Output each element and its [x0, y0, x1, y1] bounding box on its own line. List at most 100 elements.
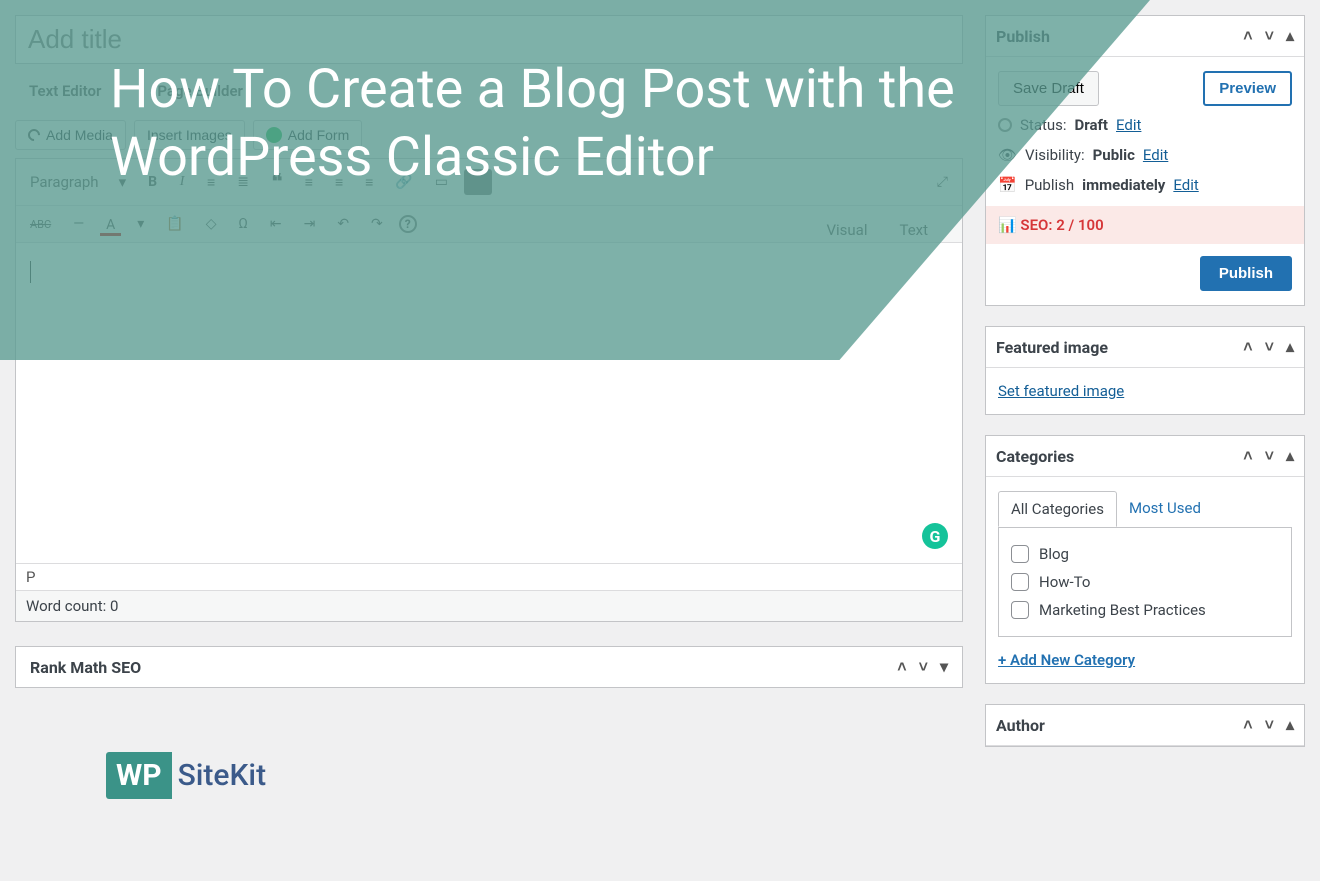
- status-value: Draft: [1075, 116, 1108, 134]
- publish-time-edit-link[interactable]: Edit: [1173, 176, 1198, 194]
- visibility-edit-link[interactable]: Edit: [1143, 146, 1168, 164]
- add-form-label: Add Form: [288, 127, 349, 143]
- chevron-up-icon[interactable]: ˄: [1243, 446, 1252, 466]
- add-media-label: Add Media: [46, 127, 113, 143]
- calendar-icon: 📅: [998, 176, 1017, 194]
- readmore-icon[interactable]: ▭: [429, 170, 454, 194]
- chevron-up-icon[interactable]: ˄: [897, 657, 906, 677]
- pin-icon: [998, 118, 1012, 132]
- caret-down-icon[interactable]: ▾: [940, 657, 948, 677]
- chevron-down-icon[interactable]: ˅: [1265, 26, 1274, 46]
- categories-panel: Categories ˄ ˅ ▴ All Categories Most Use…: [985, 435, 1305, 684]
- indent-icon[interactable]: ⇥: [298, 212, 322, 236]
- add-category-link[interactable]: + Add New Category: [998, 651, 1292, 669]
- help-icon[interactable]: ?: [399, 215, 417, 233]
- align-center-icon[interactable]: ≡: [329, 170, 349, 195]
- category-label: Blog: [1039, 545, 1069, 563]
- title-input[interactable]: [15, 15, 963, 64]
- insert-images-button[interactable]: Insert Images: [134, 120, 245, 150]
- format-select-label: Paragraph: [30, 173, 99, 191]
- category-list: Blog How-To Marketing Best Practices: [998, 527, 1292, 637]
- quote-icon[interactable]: ❝: [265, 165, 289, 199]
- status-edit-link[interactable]: Edit: [1116, 116, 1141, 134]
- chevron-down-icon[interactable]: ˅: [919, 657, 928, 677]
- undo-icon[interactable]: ↶: [331, 212, 355, 236]
- checkbox-icon[interactable]: [1011, 545, 1029, 563]
- link-icon[interactable]: 🔗: [389, 170, 418, 194]
- category-label: How-To: [1039, 573, 1090, 591]
- chevron-down-icon[interactable]: ˅: [1265, 337, 1274, 357]
- caret-up-icon[interactable]: ▴: [1286, 446, 1294, 466]
- tab-text-editor[interactable]: Text Editor: [29, 82, 101, 100]
- category-item[interactable]: Marketing Best Practices: [1011, 596, 1279, 624]
- add-media-button[interactable]: Add Media: [15, 120, 126, 150]
- redo-icon[interactable]: ↷: [365, 212, 389, 236]
- caret-up-icon[interactable]: ▴: [1286, 337, 1294, 357]
- publish-panel: Publish ˄ ˅ ▴ Save Draft Preview Status:…: [985, 15, 1305, 306]
- categories-title: Categories: [996, 447, 1074, 466]
- rankmath-title: Rank Math SEO: [30, 658, 141, 677]
- category-item[interactable]: Blog: [1011, 540, 1279, 568]
- bold-icon[interactable]: B: [142, 170, 163, 194]
- paste-icon[interactable]: 📋: [160, 212, 189, 236]
- tab-most-used[interactable]: Most Used: [1117, 491, 1213, 527]
- text-color-dropdown-icon[interactable]: ▾: [131, 212, 150, 236]
- tab-page-builder[interactable]: Page Builder: [157, 82, 243, 100]
- rankmath-panel: Rank Math SEO ˄ ˅ ▾: [15, 646, 963, 688]
- status-label: Status:: [1020, 116, 1067, 134]
- form-icon: [266, 127, 282, 143]
- category-item[interactable]: How-To: [1011, 568, 1279, 596]
- chevron-down-icon[interactable]: ˅: [1265, 446, 1274, 466]
- add-form-button[interactable]: Add Form: [253, 120, 362, 150]
- italic-icon[interactable]: I: [173, 170, 191, 194]
- checkbox-icon[interactable]: [1011, 601, 1029, 619]
- insert-images-label: Insert Images: [147, 127, 232, 143]
- text-cursor: [30, 261, 31, 283]
- align-right-icon[interactable]: ≡: [359, 170, 379, 195]
- publish-time-label: Publish: [1025, 176, 1074, 194]
- eye-icon: 👁: [998, 146, 1017, 164]
- format-select[interactable]: Paragraph ▾: [24, 169, 132, 195]
- bullet-list-icon[interactable]: ≡: [201, 170, 221, 195]
- author-title: Author: [996, 716, 1045, 735]
- element-path: P: [16, 563, 962, 590]
- featured-image-title: Featured image: [996, 338, 1108, 357]
- checkbox-icon[interactable]: [1011, 573, 1029, 591]
- tab-text-mode[interactable]: Text: [887, 215, 940, 245]
- seo-icon: 📊: [998, 216, 1017, 234]
- chevron-up-icon[interactable]: ˄: [1243, 715, 1252, 735]
- seo-score: SEO: 2 / 100: [1020, 216, 1103, 234]
- media-icon: [26, 127, 43, 144]
- publish-time-value: immediately: [1082, 176, 1165, 194]
- tab-all-categories[interactable]: All Categories: [998, 491, 1117, 527]
- caret-up-icon[interactable]: ▴: [1286, 26, 1294, 46]
- set-featured-image-link[interactable]: Set featured image: [998, 382, 1124, 400]
- fullscreen-icon[interactable]: ⤢: [931, 170, 954, 194]
- strike-icon[interactable]: ABC: [24, 214, 57, 235]
- visibility-value: Public: [1093, 146, 1135, 164]
- featured-image-panel: Featured image ˄ ˅ ▴ Set featured image: [985, 326, 1305, 415]
- text-color-icon[interactable]: A: [100, 213, 121, 236]
- toolbar-row-1: Paragraph ▾ B I ≡ ≣ ❝ ≡ ≡ ≡ 🔗 ▭ ⤢: [16, 159, 962, 206]
- outdent-icon[interactable]: ⇤: [264, 212, 288, 236]
- chevron-down-icon[interactable]: ˅: [1265, 715, 1274, 735]
- tab-visual[interactable]: Visual: [814, 215, 879, 245]
- clear-format-icon[interactable]: ◇: [200, 212, 223, 236]
- editor-textarea[interactable]: G: [16, 243, 962, 563]
- word-count: Word count: 0: [16, 590, 962, 621]
- publish-panel-title: Publish: [996, 27, 1050, 46]
- special-char-icon[interactable]: Ω: [233, 212, 254, 236]
- chevron-up-icon[interactable]: ˄: [1243, 26, 1252, 46]
- caret-up-icon[interactable]: ▴: [1286, 715, 1294, 735]
- number-list-icon[interactable]: ≣: [231, 170, 255, 194]
- preview-button[interactable]: Preview: [1203, 71, 1292, 106]
- save-draft-button[interactable]: Save Draft: [998, 71, 1099, 106]
- grammarly-icon[interactable]: G: [922, 523, 948, 549]
- author-panel: Author ˄ ˅ ▴: [985, 704, 1305, 747]
- hr-icon[interactable]: —: [67, 212, 90, 236]
- chevron-down-icon: ▾: [119, 173, 127, 191]
- align-left-icon[interactable]: ≡: [299, 170, 319, 195]
- publish-button[interactable]: Publish: [1200, 256, 1292, 291]
- toolbar-toggle-icon[interactable]: [464, 169, 492, 195]
- chevron-up-icon[interactable]: ˄: [1243, 337, 1252, 357]
